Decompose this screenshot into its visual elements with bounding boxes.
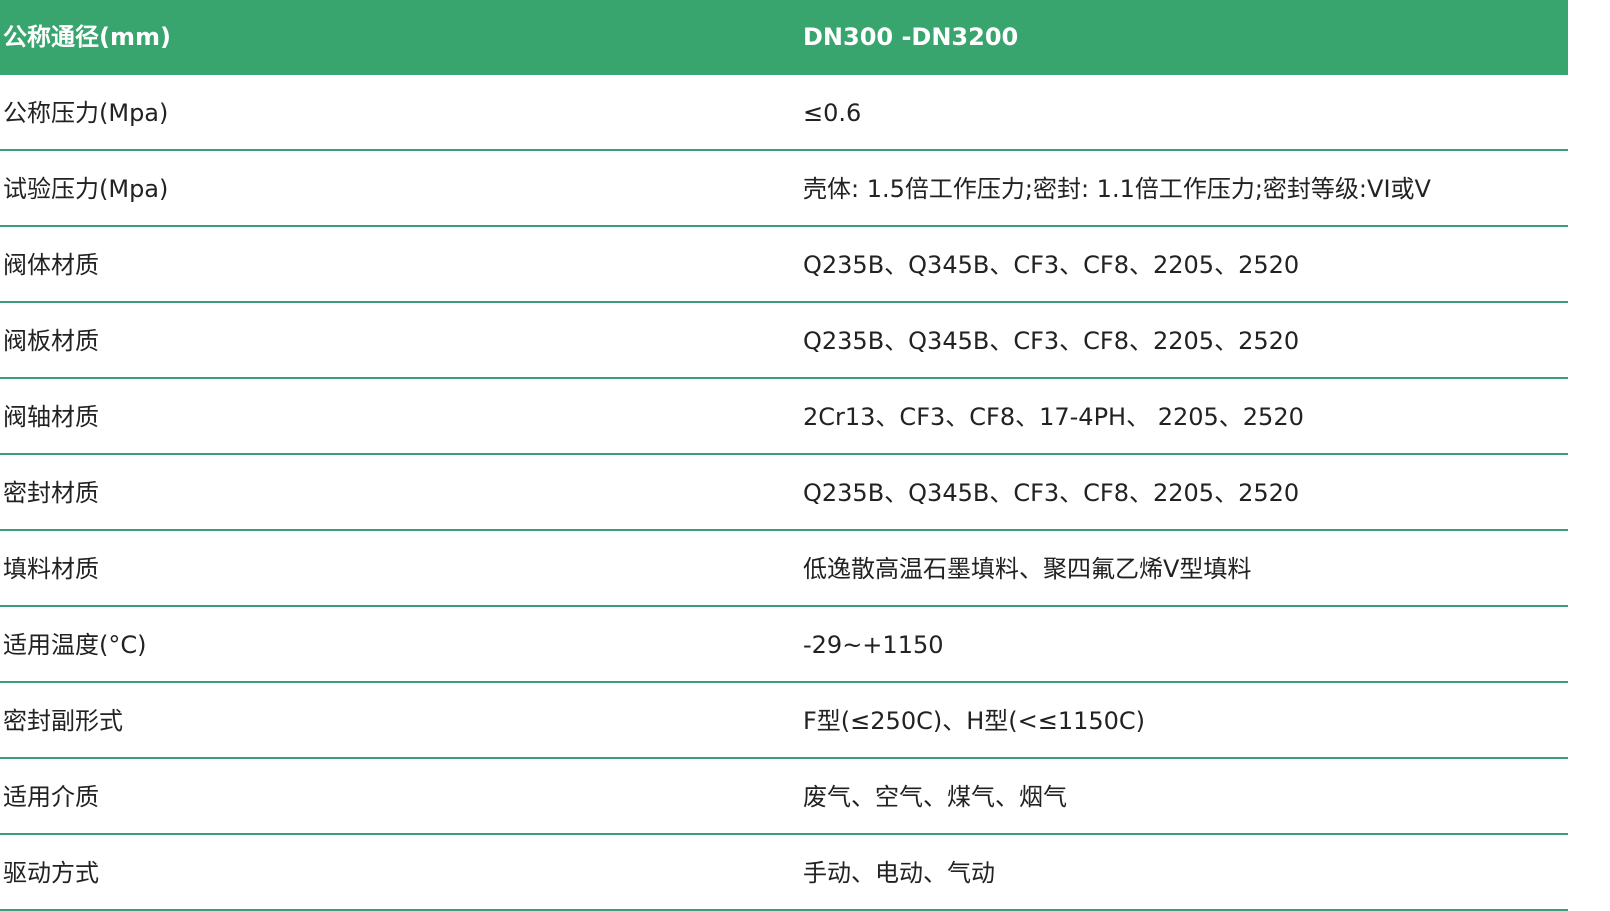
row-value: F型(≤250C)、H型(<≤1150C) bbox=[800, 682, 1568, 759]
row-label: 适用温度(°C) bbox=[0, 606, 800, 683]
table-row: 阀体材质 Q235B、Q345B、CF3、CF8、2205、2520 bbox=[0, 226, 1568, 303]
table-row: 试验压力(Mpa) 壳体: 1.5倍工作压力;密封: 1.1倍工作压力;密封等级… bbox=[0, 150, 1568, 227]
row-label: 密封材质 bbox=[0, 454, 800, 531]
row-value: 手动、电动、气动 bbox=[800, 834, 1568, 911]
table-row: 密封副形式 F型(≤250C)、H型(<≤1150C) bbox=[0, 682, 1568, 759]
table-row: 阀轴材质 2Cr13、CF3、CF8、17-4PH、 2205、2520 bbox=[0, 378, 1568, 455]
table-body: 公称压力(Mpa) ≤0.6 试验压力(Mpa) 壳体: 1.5倍工作压力;密封… bbox=[0, 75, 1568, 911]
spec-table: 公称通径(mm) DN300 -DN3200 公称压力(Mpa) ≤0.6 试验… bbox=[0, 0, 1568, 911]
row-value: 废气、空气、煤气、烟气 bbox=[800, 758, 1568, 835]
header-row: 公称通径(mm) DN300 -DN3200 bbox=[0, 0, 1568, 75]
row-label: 阀板材质 bbox=[0, 302, 800, 379]
table-row: 密封材质 Q235B、Q345B、CF3、CF8、2205、2520 bbox=[0, 454, 1568, 531]
header-label-cell: 公称通径(mm) bbox=[0, 0, 800, 75]
table-row: 驱动方式 手动、电动、气动 bbox=[0, 834, 1568, 911]
row-value: 壳体: 1.5倍工作压力;密封: 1.1倍工作压力;密封等级:VI或V bbox=[800, 150, 1568, 227]
table-row: 适用介质 废气、空气、煤气、烟气 bbox=[0, 758, 1568, 835]
table-row: 阀板材质 Q235B、Q345B、CF3、CF8、2205、2520 bbox=[0, 302, 1568, 379]
row-label: 适用介质 bbox=[0, 758, 800, 835]
row-value: Q235B、Q345B、CF3、CF8、2205、2520 bbox=[800, 302, 1568, 379]
row-value: -29~+1150 bbox=[800, 606, 1568, 683]
row-label: 密封副形式 bbox=[0, 682, 800, 759]
table-row: 填料材质 低逸散高温石墨填料、聚四氟乙烯V型填料 bbox=[0, 530, 1568, 607]
row-value: ≤0.6 bbox=[800, 75, 1568, 151]
row-value: 2Cr13、CF3、CF8、17-4PH、 2205、2520 bbox=[800, 378, 1568, 455]
table-row: 适用温度(°C) -29~+1150 bbox=[0, 606, 1568, 683]
row-label: 驱动方式 bbox=[0, 834, 800, 911]
row-label: 填料材质 bbox=[0, 530, 800, 607]
header-value-cell: DN300 -DN3200 bbox=[800, 0, 1568, 75]
row-value: 低逸散高温石墨填料、聚四氟乙烯V型填料 bbox=[800, 530, 1568, 607]
row-label: 阀体材质 bbox=[0, 226, 800, 303]
row-label: 公称压力(Mpa) bbox=[0, 75, 800, 151]
table-row: 公称压力(Mpa) ≤0.6 bbox=[0, 75, 1568, 151]
row-value: Q235B、Q345B、CF3、CF8、2205、2520 bbox=[800, 454, 1568, 531]
row-label: 试验压力(Mpa) bbox=[0, 150, 800, 227]
row-value: Q235B、Q345B、CF3、CF8、2205、2520 bbox=[800, 226, 1568, 303]
table-header: 公称通径(mm) DN300 -DN3200 bbox=[0, 0, 1568, 75]
row-label: 阀轴材质 bbox=[0, 378, 800, 455]
